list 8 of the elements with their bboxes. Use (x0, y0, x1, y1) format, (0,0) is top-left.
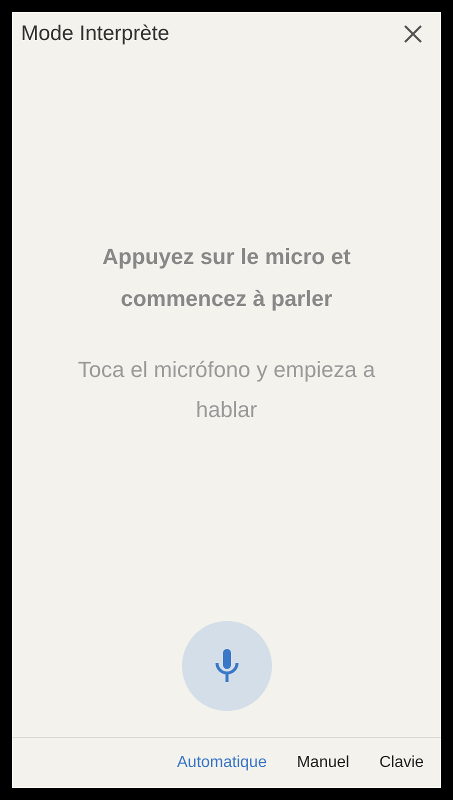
prompt-text: Appuyez sur le micro et commencez à parler (101, 243, 352, 313)
mode-tab[interactable]: Clavie (379, 751, 424, 775)
microphone-icon (214, 649, 238, 683)
close-icon[interactable] (403, 24, 423, 44)
translation-prompt-text: Toca el micrófono y empieza a hablar (76, 356, 376, 424)
mode-tab[interactable]: Manuel (296, 751, 350, 775)
mode-tab[interactable]: Automatique (177, 751, 267, 775)
window-title: Mode Interprète (21, 21, 170, 48)
